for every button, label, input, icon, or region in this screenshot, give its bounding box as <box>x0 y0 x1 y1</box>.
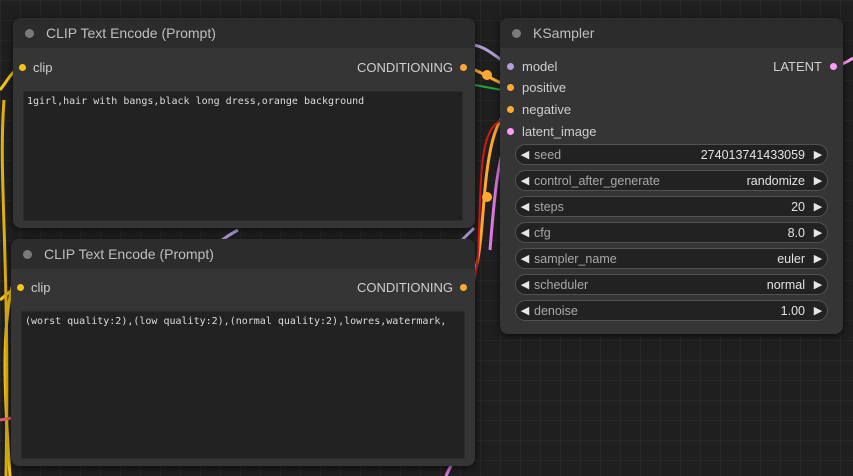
prompt-textarea[interactable]: 1girl,hair with bangs,black long dress,o… <box>23 91 463 221</box>
widget-value[interactable]: randomize <box>747 174 805 188</box>
positive-slot-dot-icon[interactable] <box>507 83 514 91</box>
widget-label: scheduler <box>534 277 589 292</box>
increment-arrow-icon[interactable]: ▶ <box>809 226 827 239</box>
ksampler-node[interactable]: KSampler model LATENT positive negative … <box>500 18 843 334</box>
slot-row: clip CONDITIONING <box>11 278 475 296</box>
conditioning-output-slot[interactable]: CONDITIONING <box>357 280 467 295</box>
decrement-arrow-icon[interactable]: ◀ <box>516 278 534 291</box>
conditioning-output-label: CONDITIONING <box>356 279 453 295</box>
node-title: CLIP Text Encode (Prompt) <box>44 246 214 262</box>
latent-output-label: LATENT <box>773 58 822 74</box>
seed-widget[interactable]: ◀ seed 274013741433059 ▶ <box>515 144 828 165</box>
latent-image-input-label: latent_image <box>522 123 597 139</box>
collapse-dot-icon[interactable] <box>512 28 521 38</box>
denoise-widget[interactable]: ◀ denoise 1.00 ▶ <box>515 300 828 321</box>
collapse-dot-icon[interactable] <box>25 28 34 38</box>
latent-output-slot[interactable]: LATENT <box>773 59 837 74</box>
increment-arrow-icon[interactable]: ▶ <box>809 148 827 161</box>
increment-arrow-icon[interactable]: ▶ <box>809 278 827 291</box>
positive-input-label: positive <box>522 79 567 95</box>
slot-row: positive <box>500 78 843 96</box>
negative-slot-dot-icon[interactable] <box>507 105 514 113</box>
decrement-arrow-icon[interactable]: ◀ <box>516 200 534 213</box>
widget-label: control_after_generate <box>534 173 660 188</box>
clip-input-label: clip <box>31 279 51 295</box>
widget-value[interactable]: 274013741433059 <box>701 148 805 162</box>
clip-text-encode-positive-node[interactable]: CLIP Text Encode (Prompt) clip CONDITION… <box>13 18 475 228</box>
decrement-arrow-icon[interactable]: ◀ <box>516 226 534 239</box>
increment-arrow-icon[interactable]: ▶ <box>809 252 827 265</box>
node-title: KSampler <box>533 25 595 41</box>
node-title-bar[interactable]: CLIP Text Encode (Prompt) <box>11 239 475 269</box>
latent-image-input-slot[interactable]: latent_image <box>507 124 596 139</box>
widget-label: cfg <box>534 225 551 240</box>
decrement-arrow-icon[interactable]: ◀ <box>516 148 534 161</box>
negative-input-label: negative <box>522 101 572 117</box>
node-title: CLIP Text Encode (Prompt) <box>46 25 216 41</box>
negative-wire-reroute <box>482 192 492 202</box>
latent-image-slot-dot-icon[interactable] <box>507 127 514 135</box>
conditioning-output-label: CONDITIONING <box>356 59 453 75</box>
positive-input-slot[interactable]: positive <box>507 80 566 95</box>
decrement-arrow-icon[interactable]: ◀ <box>516 174 534 187</box>
model-input-label: model <box>522 58 558 74</box>
model-input-slot[interactable]: model <box>507 59 557 74</box>
widget-value[interactable]: 20 <box>791 200 805 214</box>
control-after-generate-widget[interactable]: ◀ control_after_generate randomize ▶ <box>515 170 828 191</box>
clip-input-slot[interactable]: clip <box>19 60 53 75</box>
positive-wire-reroute <box>482 70 492 80</box>
increment-arrow-icon[interactable]: ▶ <box>809 200 827 213</box>
widget-value[interactable]: normal <box>767 278 805 292</box>
collapse-dot-icon[interactable] <box>23 249 32 259</box>
slot-row: model LATENT <box>500 57 843 75</box>
increment-arrow-icon[interactable]: ▶ <box>809 174 827 187</box>
steps-widget[interactable]: ◀ steps 20 ▶ <box>515 196 828 217</box>
clip-wire-side <box>0 99 9 476</box>
node-title-bar[interactable]: CLIP Text Encode (Prompt) <box>13 18 475 48</box>
slot-row: clip CONDITIONING <box>13 58 475 76</box>
widget-value[interactable]: 1.00 <box>781 304 805 318</box>
widget-value[interactable]: 8.0 <box>788 226 805 240</box>
decrement-arrow-icon[interactable]: ◀ <box>516 304 534 317</box>
decrement-arrow-icon[interactable]: ◀ <box>516 252 534 265</box>
model-slot-dot-icon[interactable] <box>507 62 514 70</box>
sampler-name-widget[interactable]: ◀ sampler_name euler ▶ <box>515 248 828 269</box>
prompt-textarea[interactable]: (worst quality:2),(low quality:2),(norma… <box>21 311 465 459</box>
clip-slot-dot-icon[interactable] <box>19 63 26 71</box>
clip-input-label: clip <box>33 59 53 75</box>
node-title-bar[interactable]: KSampler <box>500 18 843 48</box>
clip-input-slot[interactable]: clip <box>17 280 51 295</box>
widget-value[interactable]: euler <box>777 252 805 266</box>
negative-input-slot[interactable]: negative <box>507 102 571 117</box>
widget-label: steps <box>534 199 564 214</box>
widget-label: seed <box>534 147 562 162</box>
conditioning-output-slot[interactable]: CONDITIONING <box>357 60 467 75</box>
cfg-widget[interactable]: ◀ cfg 8.0 ▶ <box>515 222 828 243</box>
clip-slot-dot-icon[interactable] <box>17 283 24 291</box>
widget-label: denoise <box>534 303 578 318</box>
slot-row: latent_image <box>500 122 843 140</box>
conditioning-slot-dot-icon[interactable] <box>460 283 467 291</box>
scheduler-widget[interactable]: ◀ scheduler normal ▶ <box>515 274 828 295</box>
widget-label: sampler_name <box>534 251 617 266</box>
conditioning-slot-dot-icon[interactable] <box>460 63 467 71</box>
slot-row: negative <box>500 100 843 118</box>
increment-arrow-icon[interactable]: ▶ <box>809 304 827 317</box>
clip-text-encode-negative-node[interactable]: CLIP Text Encode (Prompt) clip CONDITION… <box>11 239 475 466</box>
latent-slot-dot-icon[interactable] <box>830 62 837 70</box>
